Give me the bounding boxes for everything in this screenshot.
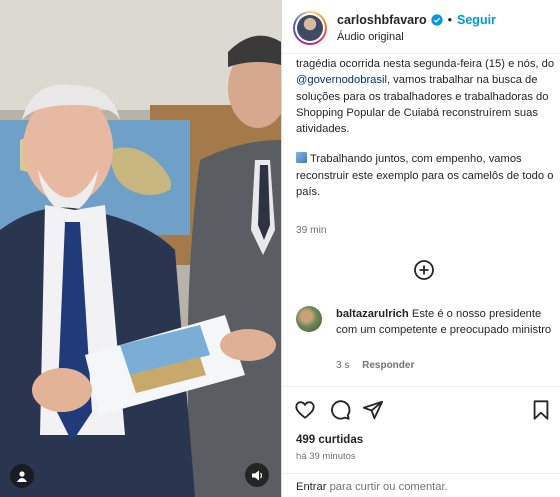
caption-timestamp: 39 min	[296, 225, 327, 236]
post-panel: carloshbfavaro • Seguir Áudio original t…	[281, 0, 560, 497]
original-audio-link[interactable]: Áudio original	[337, 31, 404, 43]
share-icon[interactable]	[362, 399, 384, 421]
author-avatar[interactable]	[293, 11, 327, 45]
action-bar: 499 curtidas há 39 minutos Entrar para c…	[282, 386, 560, 497]
follow-button[interactable]: Seguir	[457, 13, 496, 27]
mention-link[interactable]: @governodobrasil	[296, 74, 387, 86]
bookmark-icon[interactable]	[530, 399, 552, 421]
reply-button[interactable]: Responder	[362, 360, 414, 371]
comment-timestamp: 3 s	[336, 360, 350, 371]
commenter-avatar[interactable]	[296, 306, 322, 332]
post-timestamp: há 39 minutos	[296, 451, 356, 462]
login-link[interactable]: Entrar	[296, 481, 326, 493]
comments-area[interactable]: tragédia ocorrida nesta segunda-feira (1…	[282, 54, 560, 386]
post-caption: tragédia ocorrida nesta segunda-feira (1…	[296, 56, 556, 200]
plus-circle-icon[interactable]	[413, 259, 435, 281]
tagged-users-button[interactable]	[10, 464, 34, 488]
likes-count[interactable]: 499 curtidas	[296, 434, 363, 446]
speaker-icon	[251, 470, 262, 480]
commenter-username[interactable]: baltazarulrich	[336, 308, 409, 320]
login-prompt: Entrar para curtir ou comentar.	[282, 473, 560, 497]
mute-button[interactable]	[245, 463, 269, 487]
author-row: carloshbfavaro • Seguir	[337, 13, 496, 27]
caption-paragraph-2: Trabalhando juntos, com empenho, vamos r…	[296, 153, 554, 199]
separator-dot: •	[447, 13, 453, 27]
heart-icon[interactable]	[294, 399, 316, 421]
caption-text-start: tragédia ocorrida nesta segunda-feira (1…	[296, 58, 555, 70]
user-icon	[17, 471, 27, 482]
post-header: carloshbfavaro • Seguir Áudio original	[282, 0, 560, 54]
post-media[interactable]	[0, 0, 281, 497]
video-frame	[0, 0, 281, 497]
more-options-icon[interactable]	[537, 15, 560, 39]
comment-body: baltazarulrich Este é o nosso presidente…	[336, 306, 558, 339]
comment-icon[interactable]	[329, 399, 351, 421]
verified-badge-icon	[431, 14, 443, 26]
chart-emoji-icon	[296, 152, 307, 164]
login-prompt-text: para curtir ou comentar.	[326, 481, 448, 493]
comment-meta: 3 s Responder	[336, 360, 414, 371]
author-username[interactable]: carloshbfavaro	[337, 13, 427, 27]
